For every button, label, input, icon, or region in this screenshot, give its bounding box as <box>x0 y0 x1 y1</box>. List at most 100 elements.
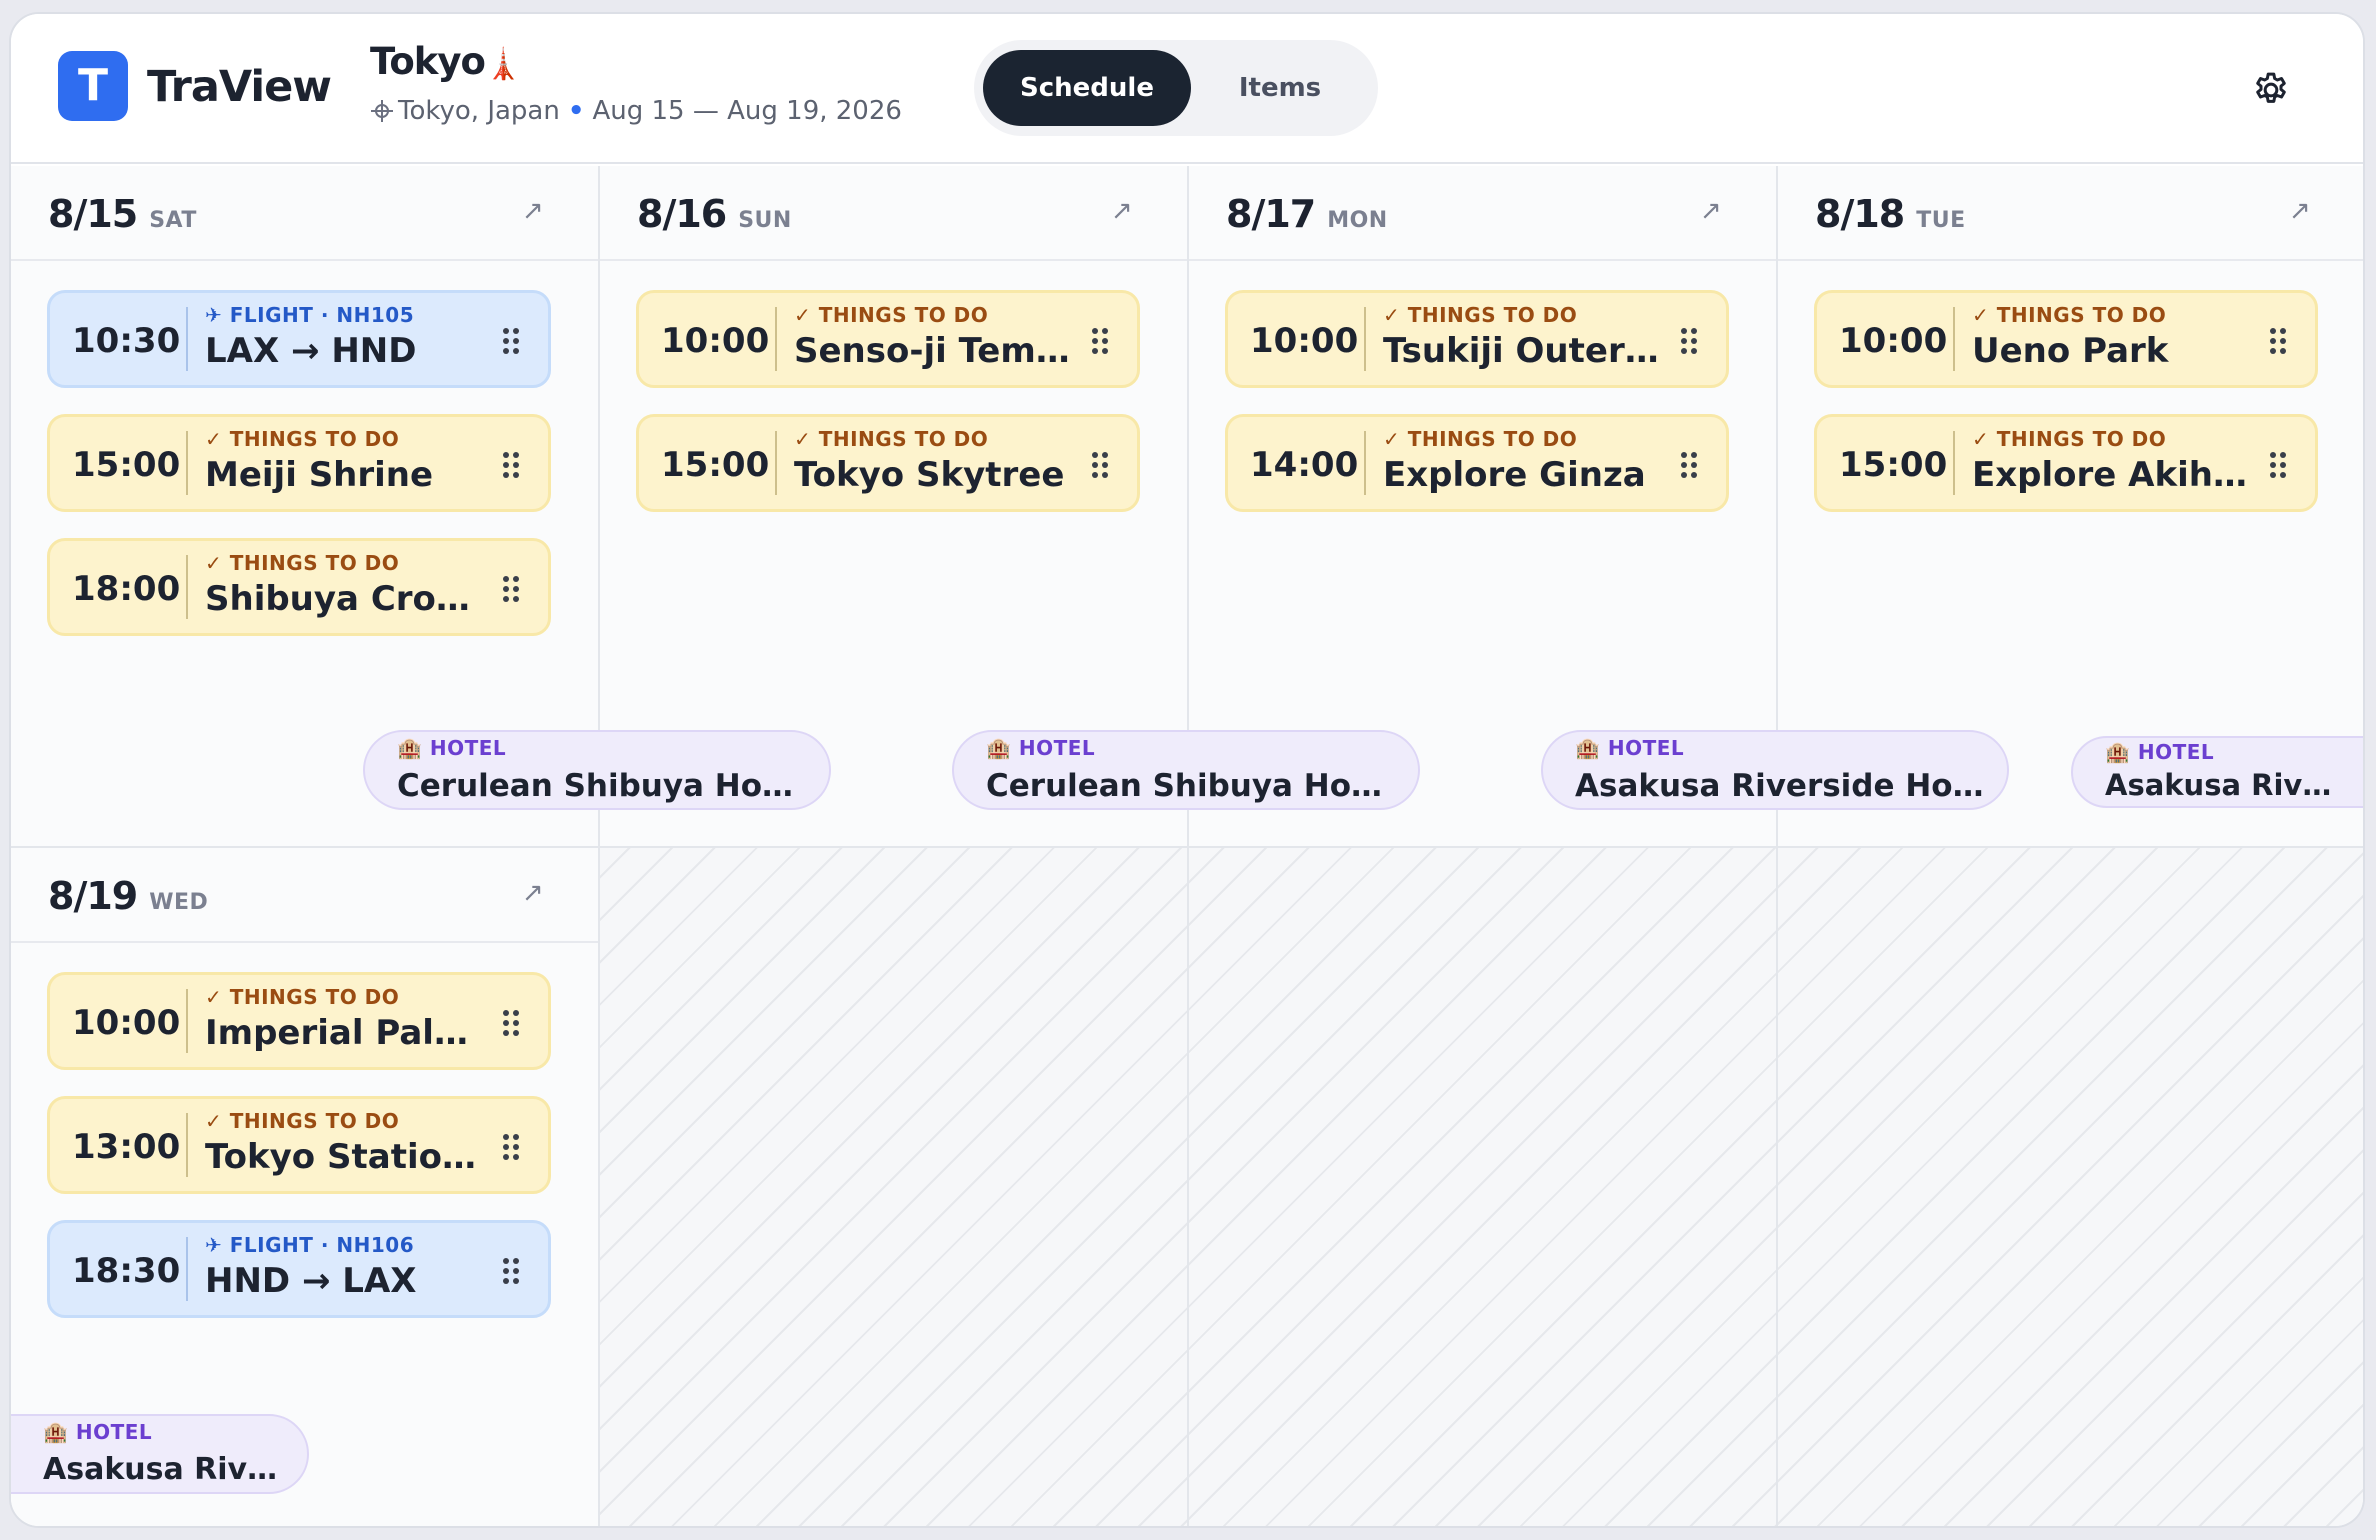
activity-card[interactable]: 14:00 ✓ THINGS TO DO Explore Ginza <box>1225 414 1729 512</box>
item-time: 10:00 <box>1839 321 1948 361</box>
activity-card[interactable]: 13:00 ✓ THINGS TO DO Tokyo Station Area <box>47 1096 551 1194</box>
item-title: LAX → HND <box>205 331 417 371</box>
day-date: 8/15 SAT <box>48 192 197 236</box>
hotel-bar[interactable]: 🏨 HOTEL Asakusa Riverside Hotel <box>1541 730 2009 810</box>
item-title: Explore Akihabara <box>1972 455 2257 495</box>
arrow-up-right-icon[interactable]: ↗ <box>1700 196 1730 226</box>
drag-handle-icon[interactable] <box>2269 451 2287 479</box>
tokyo-tower-icon: 🗼 <box>484 47 522 82</box>
drag-handle-icon[interactable] <box>1680 451 1698 479</box>
drag-handle-icon[interactable] <box>1091 327 1109 355</box>
activity-card[interactable]: 10:00 ✓ THINGS TO DO Ueno Park <box>1814 290 2318 388</box>
drag-handle-icon[interactable] <box>502 327 520 355</box>
hotel-bar[interactable]: 🏨 HOTEL Asakusa Riverside Hotel <box>11 1414 309 1494</box>
trip-title-text: Tokyo <box>370 40 486 83</box>
card-divider <box>186 555 188 619</box>
card-divider <box>775 431 777 495</box>
view-switcher: Schedule Items <box>974 40 1378 136</box>
drag-handle-icon[interactable] <box>1680 327 1698 355</box>
hotel-name: Cerulean Shibuya Hotel <box>986 768 1396 804</box>
card-divider <box>1953 307 1955 371</box>
arrow-up-right-icon[interactable]: ↗ <box>522 878 552 908</box>
item-type-label: ✈ FLIGHT · NH105 <box>205 303 415 327</box>
arrow-up-right-icon[interactable]: ↗ <box>1111 196 1141 226</box>
hotel-bar[interactable]: 🏨 HOTEL Cerulean Shibuya Hotel <box>952 730 1420 810</box>
tab-items[interactable]: Items <box>1191 50 1369 126</box>
item-type-label: ✓ THINGS TO DO <box>205 551 400 575</box>
drag-handle-icon[interactable] <box>1091 451 1109 479</box>
card-divider <box>1364 307 1366 371</box>
item-title: Senso-ji Temple <box>794 331 1079 371</box>
card-divider <box>1364 431 1366 495</box>
flight-card[interactable]: 18:30 ✈ FLIGHT · NH106 HND → LAX <box>47 1220 551 1318</box>
card-divider <box>186 1237 188 1301</box>
meta-separator: • <box>567 96 585 126</box>
drag-handle-icon[interactable] <box>502 575 520 603</box>
arrow-up-right-icon[interactable]: ↗ <box>2289 196 2319 226</box>
flight-card[interactable]: 10:30 ✈ FLIGHT · NH105 LAX → HND <box>47 290 551 388</box>
day-of-week: WED <box>149 890 209 915</box>
card-divider <box>186 431 188 495</box>
drag-handle-icon[interactable] <box>502 451 520 479</box>
building-icon: 🏨 <box>43 1420 76 1444</box>
card-divider <box>775 307 777 371</box>
hotel-type-label: 🏨 HOTEL <box>2105 740 2215 764</box>
building-icon: 🏨 <box>986 736 1019 760</box>
item-type-label: ✓ THINGS TO DO <box>205 985 400 1009</box>
item-time: 10:30 <box>72 321 181 361</box>
app-logo[interactable]: T <box>58 51 128 121</box>
item-type-label: ✓ THINGS TO DO <box>794 427 989 451</box>
item-time: 15:00 <box>1839 445 1948 485</box>
tab-schedule[interactable]: Schedule <box>983 50 1191 126</box>
hotel-bar[interactable]: 🏨 HOTEL Asakusa Riverside Hotel <box>2071 736 2363 808</box>
day-header-8-19: 8/19 WED ↗ <box>11 848 598 943</box>
drag-handle-icon[interactable] <box>502 1009 520 1037</box>
activity-card[interactable]: 18:00 ✓ THINGS TO DO Shibuya Crossing <box>47 538 551 636</box>
item-time: 10:00 <box>661 321 770 361</box>
hotel-bar[interactable]: 🏨 HOTEL Cerulean Shibuya Hotel <box>363 730 831 810</box>
item-type-label: ✓ THINGS TO DO <box>1972 303 2167 327</box>
top-bar: T TraView Tokyo🗼 Tokyo, Japan • Aug 15 — A… <box>11 14 2363 164</box>
day-date: 8/16 SUN <box>637 192 792 236</box>
activity-card[interactable]: 15:00 ✓ THINGS TO DO Explore Akihabara <box>1814 414 2318 512</box>
hotel-name: Asakusa Riverside Hotel <box>2105 768 2341 802</box>
hotel-type-label: 🏨 HOTEL <box>397 736 507 760</box>
item-title: Tsukiji Outer Market <box>1383 331 1668 371</box>
crosshair-icon <box>371 100 393 122</box>
item-time: 18:00 <box>72 569 181 609</box>
item-time: 10:00 <box>1250 321 1359 361</box>
item-time: 10:00 <box>72 1003 181 1043</box>
activity-card[interactable]: 10:00 ✓ THINGS TO DO Senso-ji Temple <box>636 290 1140 388</box>
day-header-8-17: 8/17 MON ↗ <box>1189 166 1776 261</box>
activity-card[interactable]: 10:00 ✓ THINGS TO DO Tsukiji Outer Marke… <box>1225 290 1729 388</box>
app-name: TraView <box>147 62 332 112</box>
activity-card[interactable]: 15:00 ✓ THINGS TO DO Tokyo Skytree <box>636 414 1140 512</box>
drag-handle-icon[interactable] <box>502 1133 520 1161</box>
item-time: 15:00 <box>661 445 770 485</box>
gear-icon[interactable] <box>2251 70 2291 110</box>
card-divider <box>1953 431 1955 495</box>
trip-location: Tokyo, Japan <box>398 96 560 126</box>
item-time: 15:00 <box>72 445 181 485</box>
item-title: Meiji Shrine <box>205 455 434 495</box>
day-header-8-16: 8/16 SUN ↗ <box>600 166 1187 261</box>
hotel-type-label: 🏨 HOTEL <box>1575 736 1685 760</box>
drag-handle-icon[interactable] <box>2269 327 2287 355</box>
item-type-label: ✓ THINGS TO DO <box>1972 427 2167 451</box>
item-time: 18:30 <box>72 1251 181 1291</box>
card-divider <box>186 989 188 1053</box>
activity-card[interactable]: 15:00 ✓ THINGS TO DO Meiji Shrine <box>47 414 551 512</box>
day-date: 8/18 TUE <box>1815 192 1966 236</box>
arrow-up-right-icon[interactable]: ↗ <box>522 196 552 226</box>
drag-handle-icon[interactable] <box>502 1257 520 1285</box>
app-window: T TraView Tokyo🗼 Tokyo, Japan • Aug 15 — A… <box>9 12 2365 1528</box>
item-title: HND → LAX <box>205 1261 417 1301</box>
trip-title: Tokyo🗼 <box>370 40 522 83</box>
hotel-name: Cerulean Shibuya Hotel <box>397 768 807 804</box>
item-type-label: ✓ THINGS TO DO <box>205 1109 400 1133</box>
item-type-label: ✓ THINGS TO DO <box>205 427 400 451</box>
hotel-name: Asakusa Riverside Hotel <box>1575 768 1985 804</box>
trip-dates: Aug 15 — Aug 19, 2026 <box>592 96 902 126</box>
activity-card[interactable]: 10:00 ✓ THINGS TO DO Imperial Palace <box>47 972 551 1070</box>
item-type-label: ✓ THINGS TO DO <box>1383 303 1578 327</box>
